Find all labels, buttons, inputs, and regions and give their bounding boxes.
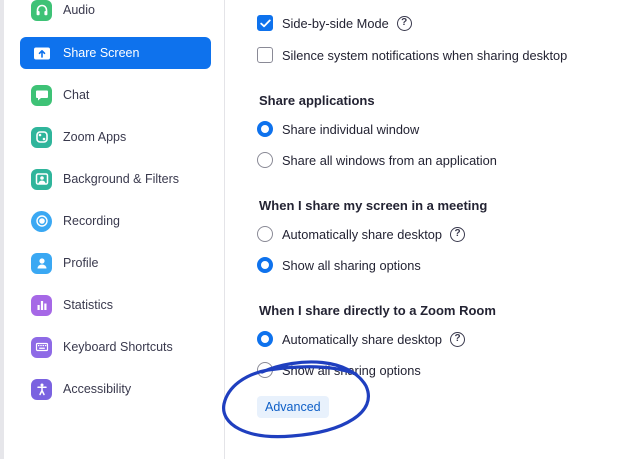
zoom-room-auto-share-desktop-label: Automatically share desktop	[282, 331, 443, 347]
zoom-room-auto-share-desktop-option[interactable]: Automatically share desktop ?	[257, 328, 466, 350]
share-individual-window-option[interactable]: Share individual window	[257, 118, 419, 140]
silence-notifications-checkbox[interactable]	[257, 47, 273, 63]
sidebar-item-audio[interactable]: Audio	[20, 0, 211, 26]
sidebar-item-background-filters[interactable]: Background & Filters	[20, 163, 211, 195]
sidebar-item-label: Statistics	[63, 298, 114, 312]
side-by-side-label: Side-by-side Mode	[282, 15, 389, 31]
keyboard-icon	[31, 336, 52, 358]
settings-window: Audio Share Screen Chat Zoom Apps Backgr	[0, 0, 624, 459]
sidebar-item-label: Share Screen	[63, 46, 140, 60]
silence-notifications-label: Silence system notifications when sharin…	[282, 47, 568, 63]
share-all-windows-option[interactable]: Share all windows from an application	[257, 149, 497, 171]
share-all-windows-radio[interactable]	[257, 152, 273, 168]
share-individual-window-radio[interactable]	[257, 121, 273, 137]
sidebar-item-label: Recording	[63, 214, 120, 228]
side-by-side-option[interactable]: Side-by-side Mode ?	[257, 12, 412, 34]
sidebar-item-keyboard-shortcuts[interactable]: Keyboard Shortcuts	[20, 331, 211, 363]
share-applications-heading: Share applications	[259, 93, 375, 108]
sidebar-item-statistics[interactable]: Statistics	[20, 289, 211, 321]
help-icon[interactable]: ?	[450, 331, 466, 347]
sidebar-item-label: Profile	[63, 256, 99, 270]
zoom-room-share-heading: When I share directly to a Zoom Room	[259, 303, 496, 318]
recording-icon	[31, 210, 52, 232]
sidebar-item-label: Keyboard Shortcuts	[63, 340, 173, 354]
accessibility-icon	[31, 378, 52, 400]
statistics-icon	[31, 294, 52, 316]
help-icon[interactable]: ?	[396, 15, 412, 31]
zoom-room-auto-share-desktop-radio[interactable]	[257, 331, 273, 347]
silence-notifications-option[interactable]: Silence system notifications when sharin…	[257, 44, 567, 66]
meeting-show-all-options-radio[interactable]	[257, 257, 273, 273]
side-by-side-checkbox[interactable]	[257, 15, 273, 31]
meeting-show-all-options-label: Show all sharing options	[282, 257, 421, 273]
sidebar-item-label: Zoom Apps	[63, 130, 127, 144]
sidebar-item-chat[interactable]: Chat	[20, 79, 211, 111]
zoom-room-show-all-options-radio[interactable]	[257, 362, 273, 378]
share-screen-settings: Side-by-side Mode ? Silence system notif…	[226, 0, 624, 459]
help-icon[interactable]: ?	[450, 226, 466, 242]
advanced-button[interactable]: Advanced	[257, 396, 329, 418]
sidebar-item-recording[interactable]: Recording	[20, 205, 211, 237]
share-individual-window-label: Share individual window	[282, 121, 420, 137]
meeting-share-heading: When I share my screen in a meeting	[259, 198, 488, 213]
settings-sidebar: Audio Share Screen Chat Zoom Apps Backgr	[4, 0, 225, 459]
sidebar-item-zoom-apps[interactable]: Zoom Apps	[20, 121, 211, 153]
headphones-icon	[31, 0, 52, 21]
meeting-auto-share-desktop-radio[interactable]	[257, 226, 273, 242]
zoom-apps-icon	[31, 126, 52, 148]
meeting-show-all-options-option[interactable]: Show all sharing options	[257, 254, 421, 276]
background-icon	[31, 168, 52, 190]
share-all-windows-label: Share all windows from an application	[282, 152, 497, 168]
chat-icon	[31, 84, 52, 106]
zoom-room-show-all-options-option[interactable]: Show all sharing options	[257, 359, 421, 381]
sidebar-item-label: Accessibility	[63, 382, 132, 396]
meeting-auto-share-desktop-label: Automatically share desktop	[282, 226, 443, 242]
sidebar-item-share-screen[interactable]: Share Screen	[20, 37, 211, 69]
meeting-auto-share-desktop-option[interactable]: Automatically share desktop ?	[257, 223, 466, 245]
sidebar-item-label: Chat	[63, 88, 90, 102]
checkmark-icon	[259, 19, 271, 27]
zoom-room-show-all-options-label: Show all sharing options	[282, 362, 421, 378]
share-screen-icon	[31, 43, 52, 64]
sidebar-item-label: Audio	[63, 3, 95, 17]
profile-icon	[31, 252, 52, 274]
sidebar-item-label: Background & Filters	[63, 172, 180, 186]
sidebar-item-accessibility[interactable]: Accessibility	[20, 373, 211, 405]
sidebar-item-profile[interactable]: Profile	[20, 247, 211, 279]
